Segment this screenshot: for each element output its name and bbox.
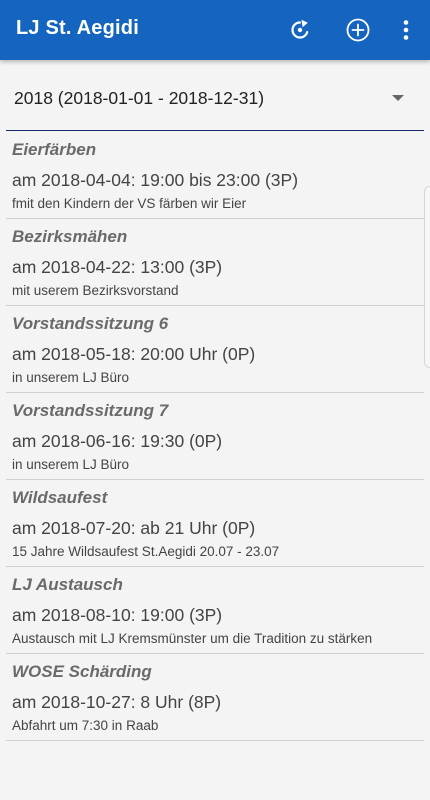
event-title: Wildsaufest <box>12 488 108 507</box>
event-list: Eierfärben am 2018-04-04: 19:00 bis 23:00… <box>6 132 424 741</box>
refresh-button[interactable] <box>284 14 316 46</box>
event-description: fmit den Kindern der VS färben wir Eier <box>12 196 247 211</box>
list-item[interactable]: Wildsaufest am 2018-07-20: ab 21 Uhr (0P)… <box>6 480 424 567</box>
event-description: Abfahrt um 7:30 in Raab <box>12 718 159 733</box>
app-title: LJ St. Aegidi <box>16 17 139 39</box>
event-description: Austausch mit LJ Kremsmünster um die Tra… <box>12 631 373 646</box>
list-item[interactable]: Vorstandssitzung 6 am 2018-05-18: 20:00 U… <box>6 306 424 393</box>
year-dropdown-value: 2018 (2018-01-01 - 2018-12-31) <box>14 88 265 108</box>
event-title: Eierfärben <box>12 140 97 159</box>
refresh-icon <box>291 19 309 39</box>
overflow-menu-button[interactable] <box>390 14 422 46</box>
event-title: Vorstandssitzung 6 <box>12 314 169 333</box>
list-item[interactable]: Bezirksmähen am 2018-04-22: 13:00 (3P) mit… <box>6 219 424 306</box>
event-title: Vorstandssitzung 7 <box>12 401 169 420</box>
event-description: 15 Jahre Wildsaufest St.Aegidi 20.07 - 2… <box>12 544 280 559</box>
more-vert-icon <box>403 20 409 40</box>
list-item[interactable]: LJ Austausch am 2018-08-10: 19:00 (3P) Aus… <box>6 567 424 654</box>
event-title: LJ Austausch <box>12 575 123 594</box>
year-dropdown[interactable]: 2018 (2018-01-01 - 2018-12-31) <box>6 72 424 131</box>
scroll-edge-glow <box>424 186 430 368</box>
list-item[interactable]: Eierfärben am 2018-04-04: 19:00 bis 23:00… <box>6 132 424 219</box>
event-date: am 2018-05-18: 20:00 Uhr (0P) <box>12 344 256 364</box>
event-date: am 2018-04-04: 19:00 bis 23:00 (3P) <box>12 170 299 190</box>
event-description: in unserem LJ Büro <box>12 457 130 472</box>
event-description: in unserem LJ Büro <box>12 370 130 385</box>
event-date: am 2018-08-10: 19:00 (3P) <box>12 605 223 625</box>
event-date: am 2018-10-27: 8 Uhr (8P) <box>12 692 222 712</box>
add-circle-icon <box>346 18 370 42</box>
list-item[interactable]: Vorstandssitzung 7 am 2018-06-16: 19:30 (… <box>6 393 424 480</box>
event-description: mit userem Bezirksvorstand <box>12 283 179 298</box>
event-title: Bezirksmähen <box>12 227 128 246</box>
dropdown-arrow-icon <box>392 95 404 101</box>
add-button[interactable] <box>342 14 374 46</box>
event-date: am 2018-06-16: 19:30 (0P) <box>12 431 223 451</box>
event-title: WOSE Schärding <box>12 662 152 681</box>
app-bar: LJ St. Aegidi <box>0 0 430 60</box>
event-date: am 2018-04-22: 13:00 (3P) <box>12 257 223 277</box>
list-item[interactable]: WOSE Schärding am 2018-10-27: 8 Uhr (8P) A… <box>6 654 424 741</box>
event-date: am 2018-07-20: ab 21 Uhr (0P) <box>12 518 256 538</box>
